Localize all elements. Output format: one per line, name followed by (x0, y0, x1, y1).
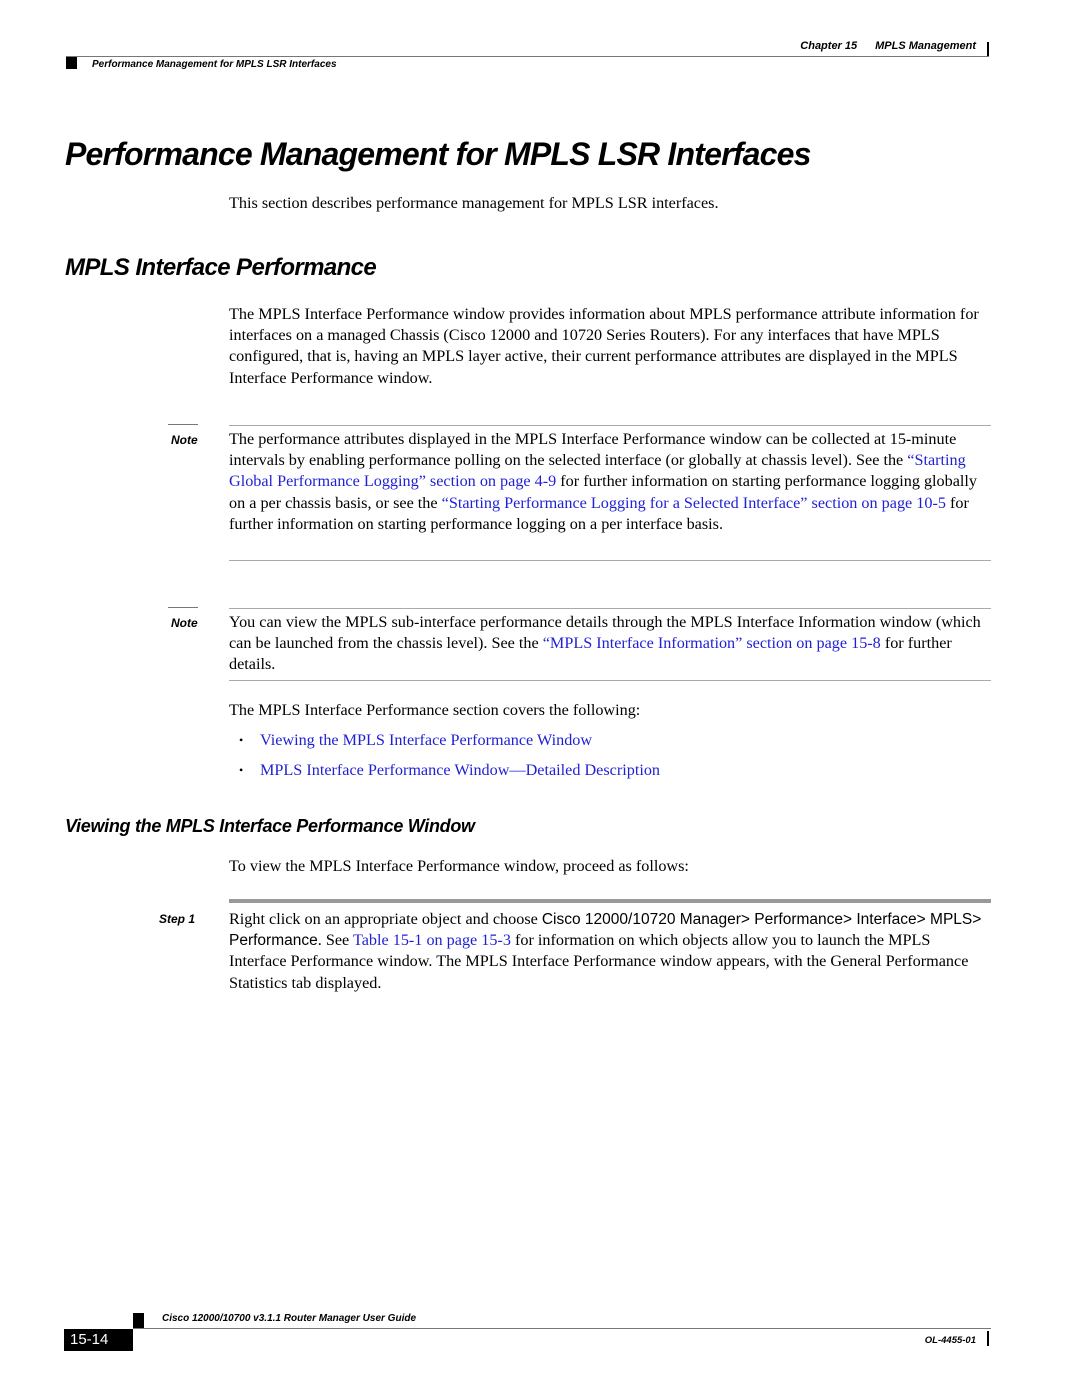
running-header-chapter: Chapter 15 MPLS Management (782, 40, 976, 52)
covers-intro: The MPLS Interface Performance section c… (229, 701, 641, 719)
note-text-part: The performance attributes displayed in … (229, 430, 957, 470)
note-rule-short (168, 424, 198, 425)
section-heading: MPLS Interface Performance (65, 254, 377, 281)
link-starting-performance-logging-interface[interactable]: “Starting Performance Logging for a Sele… (442, 494, 946, 512)
footer-rule (133, 1328, 991, 1329)
step-rule (229, 899, 991, 903)
link-viewing-window[interactable]: Viewing the MPLS Interface Performance W… (260, 731, 592, 749)
step-text: Right click on an appropriate object and… (229, 909, 991, 994)
note-rule-bottom (229, 680, 991, 681)
footer-block-marker (133, 1313, 144, 1328)
section-paragraph: The MPLS Interface Performance window pr… (229, 305, 979, 387)
page-number: 15-14 (64, 1329, 133, 1351)
note-rule-short (168, 607, 198, 608)
step-label: Step 1 (159, 912, 196, 926)
subsection-intro: To view the MPLS Interface Performance w… (229, 857, 689, 875)
link-mpls-interface-information[interactable]: “MPLS Interface Information” section on … (543, 634, 881, 652)
link-detailed-description[interactable]: MPLS Interface Performance Window—Detail… (260, 761, 660, 779)
step-text-part: Right click on an appropriate object and… (229, 910, 542, 928)
chapter-title: MPLS Management (875, 40, 976, 52)
list-item: • Viewing the MPLS Interface Performance … (229, 729, 660, 759)
footer-guide-title: Cisco 12000/10700 v3.1.1 Router Manager … (162, 1313, 417, 1324)
intro-paragraph: This section describes performance manag… (229, 194, 719, 212)
bullet-icon: • (239, 763, 244, 777)
doc-number: OL-4455-01 (924, 1335, 976, 1346)
header-rule (66, 56, 989, 57)
chapter-label: Chapter 15 (800, 40, 858, 52)
header-bar (987, 42, 989, 56)
running-header-section: Performance Management for MPLS LSR Inte… (92, 59, 337, 70)
note-text: The performance attributes displayed in … (229, 429, 991, 535)
header-block-marker (66, 57, 77, 69)
note-rule-top (229, 608, 991, 609)
bullet-icon: • (239, 733, 244, 747)
note-label: Note (171, 433, 198, 447)
page-title: Performance Management for MPLS LSR Inte… (65, 136, 811, 172)
covers-list: • Viewing the MPLS Interface Performance … (229, 729, 660, 789)
footer-bar (987, 1331, 989, 1346)
subsection-heading: Viewing the MPLS Interface Performance W… (65, 816, 475, 836)
note-rule-bottom (229, 560, 991, 561)
note-rule-top (229, 425, 991, 426)
note-label: Note (171, 616, 198, 630)
step-text-part: . See (317, 931, 353, 950)
list-item: • MPLS Interface Performance Window—Detai… (229, 759, 660, 789)
note-text: You can view the MPLS sub-interface perf… (229, 612, 991, 676)
link-table-15-1[interactable]: Table 15-1 on page 15-3 (353, 931, 511, 949)
